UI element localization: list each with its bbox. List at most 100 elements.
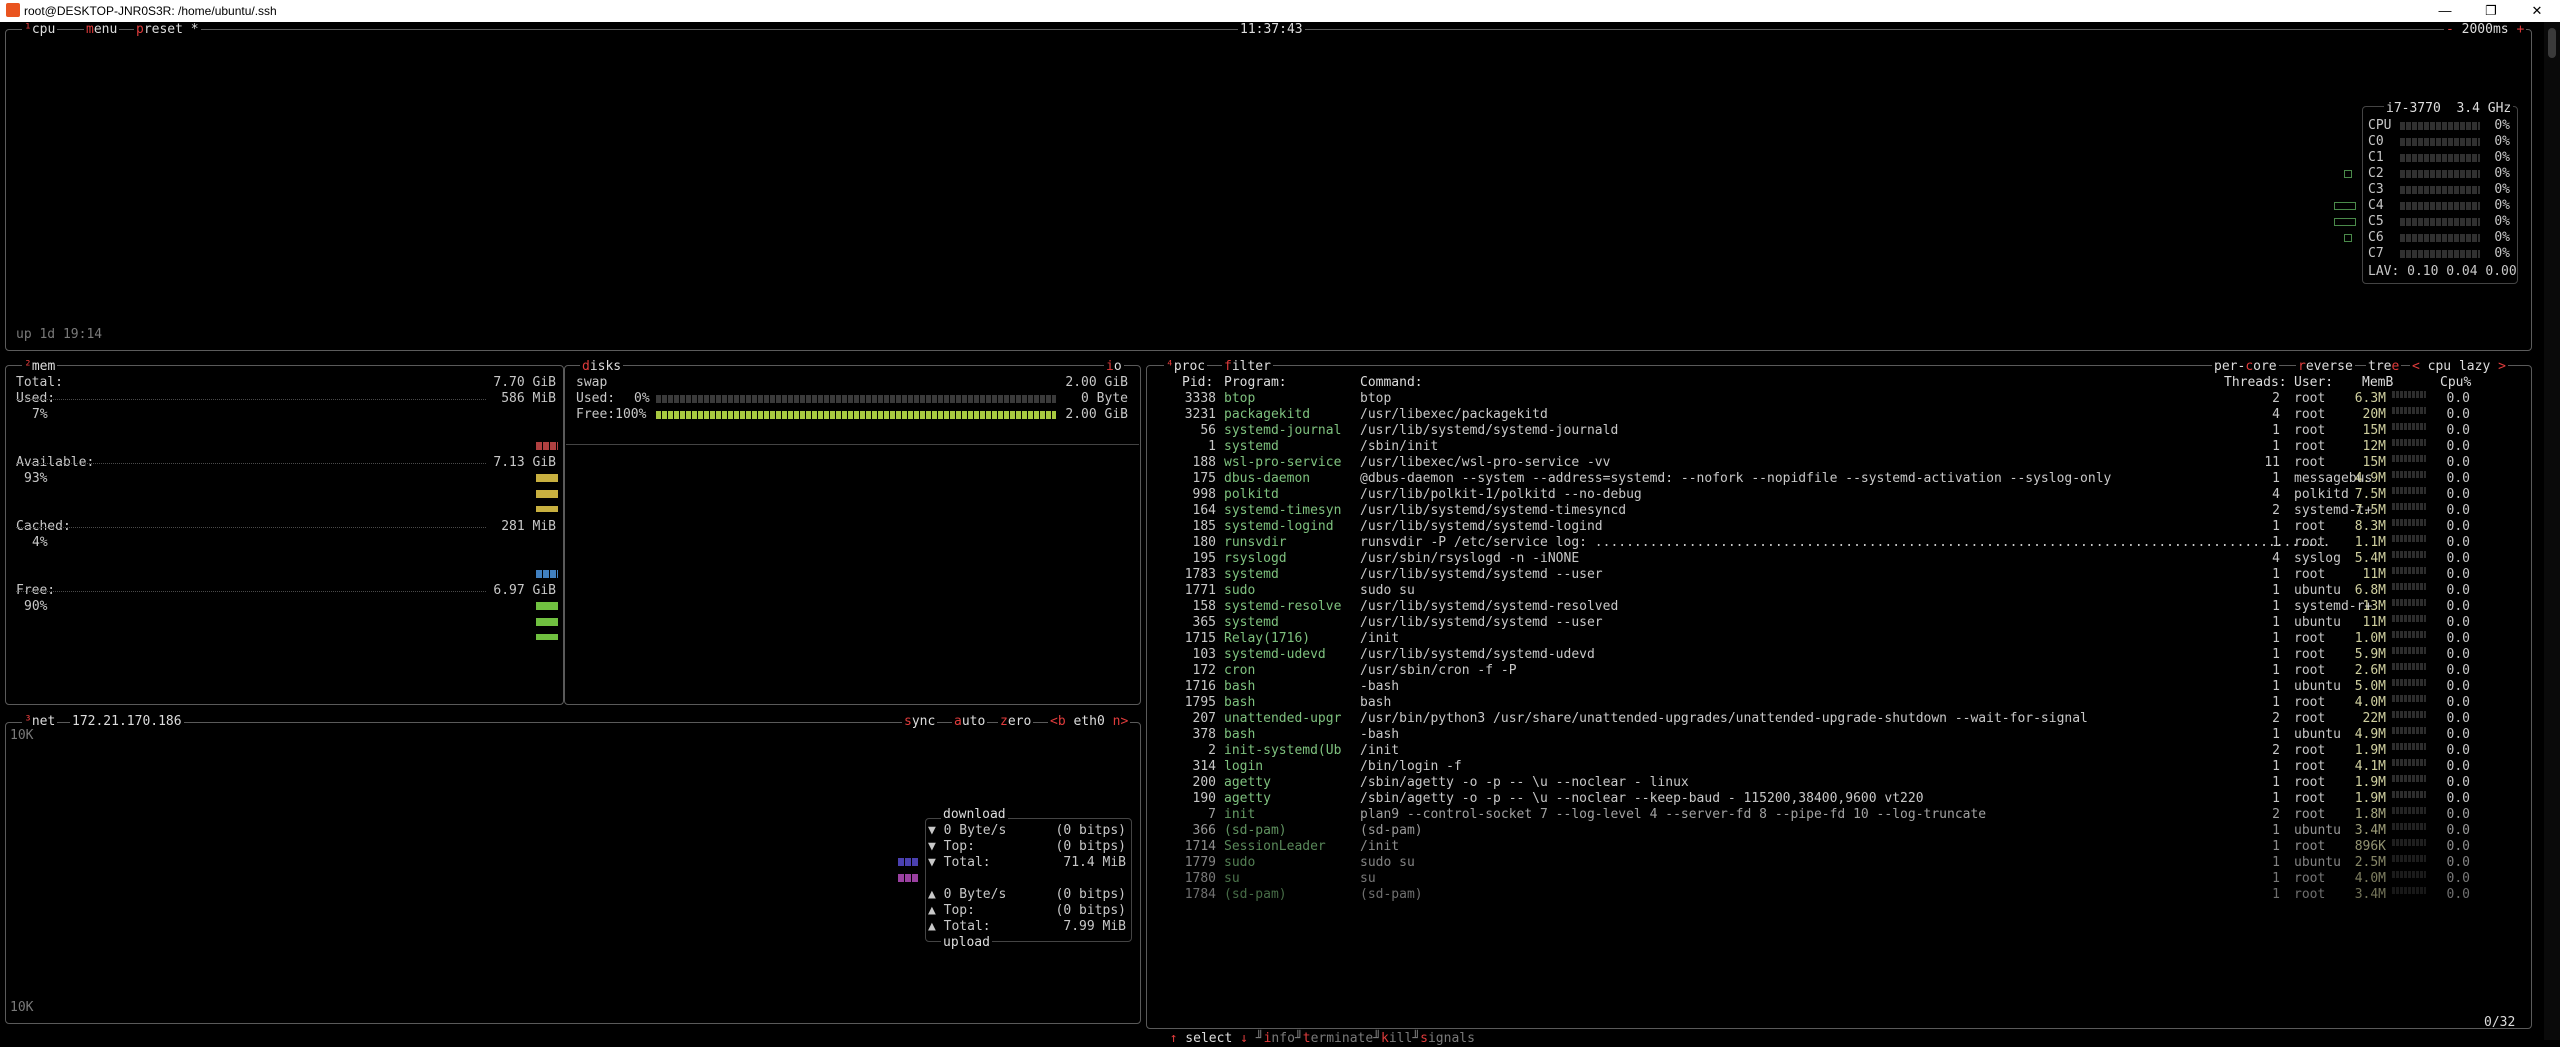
process-row[interactable]: 365 systemd/usr/lib/systemd/systemd --use…	[1164, 615, 2514, 631]
minimize-button[interactable]: —	[2422, 0, 2468, 22]
tab-cpu[interactable]: ¹cpu	[22, 23, 58, 37]
refresh-rate[interactable]: - 2000ms +	[2444, 23, 2527, 37]
process-row[interactable]: 158 systemd-resolve/usr/lib/systemd/syste…	[1164, 599, 2514, 615]
process-row[interactable]: 1714 SessionLeader/init 1 root 896K 0.0	[1164, 839, 2514, 855]
process-user: root	[2294, 743, 2326, 758]
net-interface[interactable]: <b eth0 n>	[1048, 715, 1131, 729]
process-cpu: 0.0	[2446, 471, 2470, 486]
process-row[interactable]: 7 init plan9 --control-socket 7 --log-leve…	[1164, 807, 2514, 823]
cpu-core-pct: 0%	[2494, 198, 2510, 213]
select-control[interactable]: ↑ select ↓	[1170, 1031, 1248, 1046]
cpu-core-name: CPU	[2368, 118, 2392, 133]
process-row[interactable]: 366 (sd-pam) (sd-pam) 1 ubuntu 3.4M 0.0	[1164, 823, 2514, 839]
process-cmd: /usr/lib/systemd/systemd-logind	[1360, 519, 1603, 534]
proc-per-core[interactable]: per-core	[2212, 360, 2279, 374]
process-row[interactable]: 103 systemd-udevd/usr/lib/systemd/systemd…	[1164, 647, 2514, 663]
terminate-button[interactable]: terminate	[1303, 1031, 1373, 1046]
download-rate: ▼ 0 Byte/s (0 bitps)	[928, 823, 1126, 838]
process-mem: 4.1M	[2354, 759, 2386, 774]
process-pid: 1715	[1184, 631, 1216, 646]
mem-available-pct: 93%	[24, 471, 48, 486]
process-row[interactable]: 207 unattended-upgr/usr/bin/python3 /usr/…	[1164, 711, 2514, 727]
process-prog: init	[1224, 807, 1256, 822]
process-user: root	[2294, 535, 2326, 550]
process-row[interactable]: 1771 sudo sudo su 1 ubuntu 6.8M 0.0	[1164, 583, 2514, 599]
process-row[interactable]: 56 systemd-journal/usr/lib/systemd/system…	[1164, 423, 2514, 439]
process-row[interactable]: 164 systemd-timesyn/usr/lib/systemd/syste…	[1164, 503, 2514, 519]
process-thr: 2	[2272, 503, 2280, 518]
process-user: root	[2294, 839, 2326, 854]
process-pid: 1716	[1184, 679, 1216, 694]
process-row[interactable]: 195 rsyslogd/usr/sbin/rsyslogd -n -iNONE 4…	[1164, 551, 2514, 567]
info-button[interactable]: info	[1264, 1031, 1295, 1046]
proc-reverse[interactable]: reverse	[2296, 360, 2355, 374]
tab-menu[interactable]: menu	[84, 23, 120, 37]
process-row[interactable]: 188 wsl-pro-service/usr/libexec/wsl-pro-s…	[1164, 455, 2514, 471]
process-thr: 1	[2272, 791, 2280, 806]
process-row[interactable]: 1779 sudo sudo su 1 ubuntu 2.5M 0.0	[1164, 855, 2514, 871]
process-row[interactable]: 1 systemd/sbin/init 1 root 12M 0.0	[1164, 439, 2514, 455]
process-mem-bar	[2392, 455, 2426, 462]
terminal-scrollbar[interactable]	[2544, 22, 2560, 1040]
process-mem: 4.9M	[2354, 471, 2386, 486]
process-row[interactable]: 185 systemd-logind/usr/lib/systemd/system…	[1164, 519, 2514, 535]
process-row[interactable]: 3338 btop btop 2 root 6.3M 0.0	[1164, 391, 2514, 407]
process-cpu: 0.0	[2446, 759, 2470, 774]
net-zero[interactable]: zero	[998, 715, 1034, 729]
tab-net[interactable]: ³net	[22, 715, 58, 729]
mem-free-pct: 90%	[24, 599, 48, 614]
mem-box	[5, 365, 564, 705]
mem-total: Total: 7.70 GiB	[16, 375, 556, 390]
process-row[interactable]: 180 runsvdir runsvdir -P /etc/service log:…	[1164, 535, 2514, 551]
process-cpu: 0.0	[2446, 791, 2470, 806]
tab-disks[interactable]: disks	[580, 360, 624, 374]
scrollbar-thumb[interactable]	[2548, 28, 2556, 58]
process-row[interactable]: 314 login/bin/login -f 1 root 4.1M 0.0	[1164, 759, 2514, 775]
kill-button[interactable]: kill	[1381, 1031, 1412, 1046]
process-row[interactable]: 172 cron/usr/sbin/cron -f -P 1 root 2.6M 0.0	[1164, 663, 2514, 679]
net-auto[interactable]: auto	[952, 715, 988, 729]
process-row[interactable]: 1715 Relay(1716) /init 1 root 1.0M 0.0	[1164, 631, 2514, 647]
proc-tree[interactable]: tree	[2366, 360, 2402, 374]
tab-io[interactable]: io	[1104, 360, 1124, 374]
process-prog: (sd-pam)	[1224, 887, 1287, 902]
process-row[interactable]: 2 init-systemd(Ub/init 2 root 1.9M 0.0	[1164, 743, 2514, 759]
process-pid: 3338	[1184, 391, 1216, 406]
process-row[interactable]: 1716 bash -bash 1 ubuntu 5.0M 0.0	[1164, 679, 2514, 695]
process-cpu: 0.0	[2446, 391, 2470, 406]
process-row[interactable]: 1783 systemd/usr/lib/systemd/systemd --us…	[1164, 567, 2514, 583]
proc-filter[interactable]: filter	[1222, 360, 1273, 374]
tab-mem[interactable]: ²mem	[22, 360, 58, 374]
window-titlebar: root@DESKTOP-JNR0S3R: /home/ubuntu/.ssh …	[0, 0, 2560, 22]
restore-button[interactable]: ❐	[2468, 0, 2514, 22]
tab-preset[interactable]: preset *	[134, 23, 201, 37]
process-pid: 1784	[1184, 887, 1216, 902]
window-title: root@DESKTOP-JNR0S3R: /home/ubuntu/.ssh	[24, 4, 277, 18]
process-row[interactable]: 378 bash -bash 1 ubuntu 4.9M 0.0	[1164, 727, 2514, 743]
signals-button[interactable]: signals	[1420, 1031, 1475, 1046]
process-row[interactable]: 998 polkitd/usr/lib/polkit-1/polkitd --no…	[1164, 487, 2514, 503]
process-mem: 12M	[2362, 439, 2386, 454]
process-row[interactable]: 190 agetty/sbin/agetty -o -p -- \u --nocl…	[1164, 791, 2514, 807]
proc-sort[interactable]: < cpu lazy >	[2410, 360, 2508, 374]
process-pid: 175	[1192, 471, 1216, 486]
tab-proc[interactable]: ⁴proc	[1164, 360, 1208, 374]
process-cpu: 0.0	[2446, 599, 2470, 614]
process-row[interactable]: 175 dbus-daemon @dbus-daemon --system --ad…	[1164, 471, 2514, 487]
process-row[interactable]: 1780 su su 1 root 4.0M 0.0	[1164, 871, 2514, 887]
process-row[interactable]: 3231 packagekitd/usr/libexec/packagekitd 4…	[1164, 407, 2514, 423]
process-cmd: /init	[1360, 839, 1400, 854]
process-cmd: @dbus-daemon --system --address=systemd:…	[1360, 471, 2112, 486]
process-thr: 1	[2272, 583, 2280, 598]
process-row[interactable]: 1795 bash bash 1 root 4.0M 0.0	[1164, 695, 2514, 711]
net-sync[interactable]: sync	[902, 715, 938, 729]
process-thr: 1	[2272, 727, 2280, 742]
process-mem: 4.9M	[2354, 727, 2386, 742]
process-row[interactable]: 1784 (sd-pam) (sd-pam) 1 root 3.4M 0.0	[1164, 887, 2514, 903]
process-row[interactable]: 200 agetty/sbin/agetty -o -p -- \u --nocl…	[1164, 775, 2514, 791]
close-button[interactable]: ✕	[2514, 0, 2560, 22]
process-thr: 1	[2272, 775, 2280, 790]
process-prog: systemd	[1224, 615, 1279, 630]
upload-title: upload	[941, 935, 992, 950]
swap-used-row: Used: 0% 0 Byte	[576, 391, 1128, 406]
